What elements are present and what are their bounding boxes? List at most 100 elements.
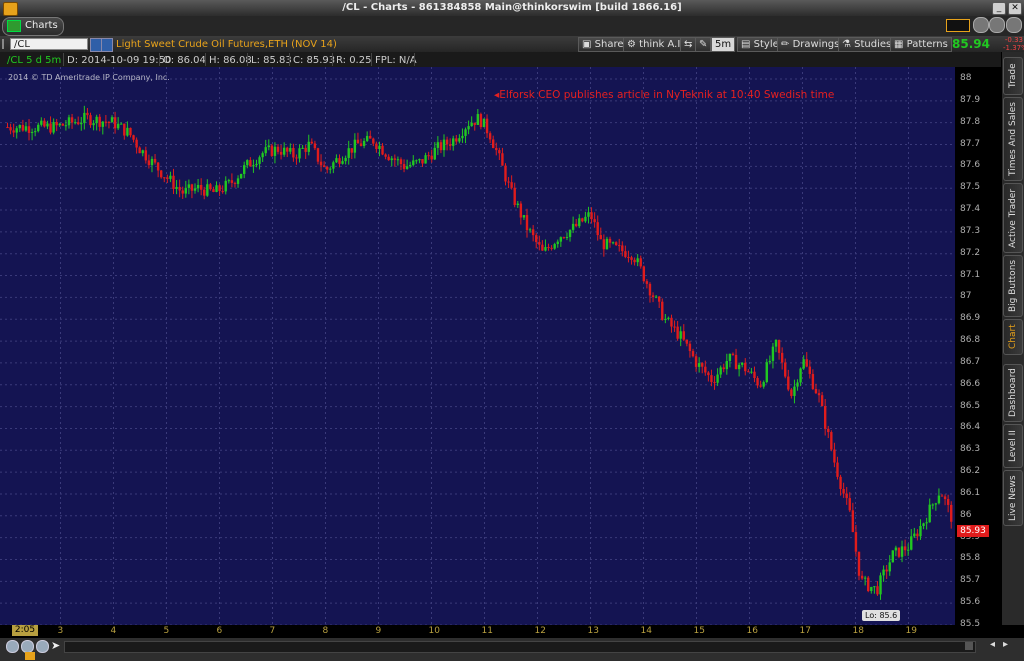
time-tick-label: 19 xyxy=(905,626,917,636)
symbol-dropdown-button[interactable] xyxy=(101,38,113,52)
zoom-out-icon[interactable] xyxy=(36,640,49,653)
tab-chart[interactable]: Chart xyxy=(1003,319,1023,355)
patterns-button[interactable]: ▦ Patterns xyxy=(890,37,952,52)
candle-body xyxy=(412,160,415,165)
candle-up xyxy=(101,121,104,135)
candle-up xyxy=(906,543,910,556)
toggle-icon[interactable]: ⇆ xyxy=(680,37,696,52)
candle-body xyxy=(602,239,606,250)
candle-down xyxy=(129,127,132,138)
candle-body xyxy=(258,157,261,164)
link-box[interactable] xyxy=(946,19,970,32)
tab-level-ii[interactable]: Level II xyxy=(1003,424,1023,468)
candle-body xyxy=(448,144,452,146)
tab-big-buttons[interactable]: Big Buttons xyxy=(1003,255,1023,317)
tab-dashboard[interactable]: Dashboard xyxy=(1003,364,1023,422)
candle-body xyxy=(906,549,910,551)
studies-button[interactable]: ⚗ Studies xyxy=(838,37,896,52)
wrench-icon[interactable]: ✎ xyxy=(695,37,711,52)
candle-body xyxy=(762,382,765,387)
candle-body xyxy=(587,212,590,217)
candle-down xyxy=(123,123,126,140)
minimize-icon[interactable]: _ xyxy=(992,2,1006,15)
candle-body xyxy=(940,495,944,497)
candle-body xyxy=(876,586,879,595)
candlestick-plot[interactable] xyxy=(0,67,955,625)
detach-icon[interactable] xyxy=(973,17,989,33)
candle-body xyxy=(55,122,58,126)
scroll-left-icon[interactable]: ◂ xyxy=(990,639,995,650)
candle-down xyxy=(599,227,602,240)
settings-icon[interactable] xyxy=(1006,17,1022,33)
timeframe-button[interactable]: 5m xyxy=(711,37,736,52)
candle-body xyxy=(470,122,473,127)
candle-down xyxy=(356,132,360,144)
price-chart[interactable] xyxy=(0,67,955,625)
time-tick-label: 11 xyxy=(481,626,493,636)
candle-down xyxy=(270,143,274,157)
candle-body xyxy=(528,229,532,231)
candle-up xyxy=(913,527,916,539)
tab-live-news[interactable]: Live News xyxy=(1003,470,1023,526)
candle-body xyxy=(722,367,725,370)
cursor-icon[interactable]: ➤ xyxy=(51,639,60,652)
style-button[interactable]: ▤ Style xyxy=(737,37,783,52)
candle-body xyxy=(661,301,664,320)
candle-down xyxy=(753,366,756,383)
candle-down xyxy=(581,217,584,223)
candle-body xyxy=(950,504,953,522)
scroll-right-icon[interactable]: ▸ xyxy=(1003,639,1008,650)
candle-body xyxy=(255,163,258,166)
close-icon[interactable]: ✕ xyxy=(1008,2,1022,15)
candle-down xyxy=(851,502,855,533)
candle-body xyxy=(593,219,596,223)
candle-up xyxy=(396,156,400,166)
time-scrollbar[interactable] xyxy=(64,641,976,653)
candle-down xyxy=(89,112,92,128)
candle-body xyxy=(811,373,815,389)
candle-body xyxy=(863,577,867,579)
candle-body xyxy=(630,257,633,260)
candle-down xyxy=(682,324,685,342)
candle-up xyxy=(196,178,200,193)
candle-body xyxy=(851,510,855,533)
candle-body xyxy=(614,242,618,246)
candle-down xyxy=(777,339,781,360)
candle-up xyxy=(900,540,904,563)
candle-body xyxy=(571,223,575,230)
candle-down xyxy=(648,282,652,303)
candle-down xyxy=(488,131,492,144)
scrollbar-thumb[interactable] xyxy=(965,642,973,650)
time-tick-label: 9 xyxy=(375,626,382,636)
candle-down xyxy=(574,219,578,228)
share-button[interactable]: ▣ Share xyxy=(578,37,628,52)
drawings-button[interactable]: ✏ Drawings xyxy=(777,37,844,52)
candle-body xyxy=(52,122,55,133)
think-ai-button[interactable]: ⚙ think A.I. xyxy=(623,37,688,52)
candle-up xyxy=(793,379,796,404)
candle-down xyxy=(830,430,833,452)
candle-body xyxy=(501,153,504,166)
candle-body xyxy=(329,168,332,170)
candle-down xyxy=(9,123,12,135)
candle-body xyxy=(673,326,676,328)
pin-icon[interactable] xyxy=(989,17,1005,33)
crosshair-icon[interactable] xyxy=(6,640,19,653)
candle-body xyxy=(498,150,501,154)
candle-down xyxy=(916,529,919,541)
candle-up xyxy=(408,161,412,169)
candle-body xyxy=(344,157,347,162)
candle-down xyxy=(507,177,510,189)
candle-down xyxy=(857,551,861,581)
candle-up xyxy=(252,159,255,173)
tab-active-trader[interactable]: Active Trader xyxy=(1003,183,1023,253)
symbol-input[interactable]: /CL xyxy=(10,38,88,50)
price-tick-label: 85.7 xyxy=(960,575,981,586)
tab-charts[interactable]: Charts xyxy=(2,17,64,36)
tab-times-and-sales[interactable]: Times And Sales xyxy=(1003,97,1023,181)
candle-body xyxy=(439,142,443,151)
candle-body xyxy=(919,525,922,537)
tab-trade[interactable]: Trade xyxy=(1003,57,1023,95)
candle-body xyxy=(365,135,369,141)
time-tick-label: 6 xyxy=(216,626,223,636)
